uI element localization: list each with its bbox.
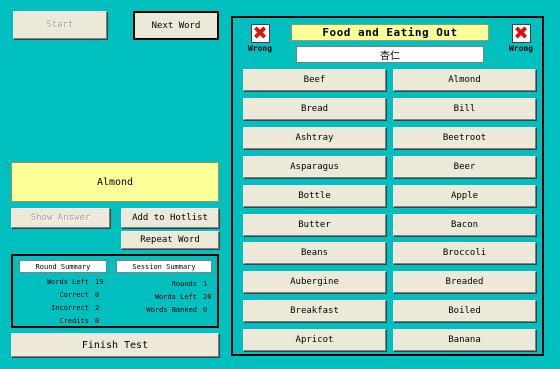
stat-value: 0 [95, 291, 100, 299]
answer-option-button[interactable]: Almond [393, 69, 536, 91]
stat-value: 0 [95, 317, 100, 325]
answer-option-button[interactable]: Bottle [243, 185, 386, 207]
session-summary-tab[interactable]: Session Summary [116, 260, 212, 273]
stat-label: Credits [59, 317, 89, 325]
summary-panel: Round Summary Session Summary Words Left… [11, 254, 219, 328]
wrong-left[interactable]: ✖ Wrong [245, 24, 275, 53]
round-correct: Correct 0 [37, 291, 99, 299]
next-word-button[interactable]: Next Word [133, 11, 219, 40]
answer-option-button[interactable]: Apple [393, 185, 536, 207]
answer-option-button[interactable]: Beetroot [393, 127, 536, 149]
answer-display: Almond [11, 162, 219, 202]
wrong-label: Wrong [508, 44, 534, 53]
stat-label: Incorrect [51, 304, 89, 312]
prompt-word: 杏仁 [296, 46, 484, 63]
round-incorrect: Incorrect 2 [37, 304, 99, 312]
session-rounds: Rounds 1 [133, 280, 208, 288]
session-words-left: Words Left 20 [133, 293, 212, 301]
wrong-right[interactable]: ✖ Wrong [506, 24, 536, 53]
red-x-icon: ✖ [250, 22, 270, 44]
wrong-label: Wrong [247, 44, 273, 53]
answer-text: Almond [96, 176, 134, 188]
answer-option-button[interactable]: Broccoli [393, 242, 536, 264]
stat-label: Words Left [46, 278, 89, 286]
show-answer-button[interactable]: Show Answer [11, 208, 110, 228]
answer-option-button[interactable]: Ashtray [243, 127, 386, 149]
finish-test-button[interactable]: Finish Test [11, 333, 219, 357]
stat-label: Rounds [171, 280, 197, 288]
next-word-label: Next Word [151, 20, 201, 31]
stat-value: 20 [203, 293, 212, 301]
stat-value: 19 [95, 278, 104, 286]
stat-value: 1 [203, 280, 208, 288]
stat-label: Correct [59, 291, 89, 299]
round-words-left: Words Left 19 [37, 278, 104, 286]
answer-option-button[interactable]: Aubergine [243, 271, 386, 293]
stat-value: 0 [203, 306, 208, 314]
answer-option-button[interactable]: Apricot [243, 329, 386, 351]
session-words-banked: Words Banked 0 [133, 306, 207, 314]
round-summary-tab[interactable]: Round Summary [19, 260, 107, 273]
answer-option-button[interactable]: Beef [243, 69, 386, 91]
stat-label: Words Banked [146, 306, 197, 314]
red-x-icon: ✖ [511, 22, 531, 44]
round-credits: Credits 0 [37, 317, 99, 325]
answer-option-button[interactable]: Banana [393, 329, 536, 351]
add-to-hotlist-button[interactable]: Add to Hotlist [121, 208, 219, 228]
answer-option-button[interactable]: Asparagus [243, 156, 386, 178]
repeat-word-button[interactable]: Repeat Word [121, 231, 219, 249]
stat-value: 2 [95, 304, 100, 312]
answer-option-button[interactable]: Bill [393, 98, 536, 120]
start-button[interactable]: Start [13, 11, 107, 39]
answer-option-button[interactable]: Butter [243, 214, 386, 236]
category-title: Food and Eating Out [291, 24, 489, 41]
test-panel: ✖ Wrong ✖ Wrong Food and Eating Out 杏仁 B… [231, 16, 544, 356]
answer-option-button[interactable]: Breakfast [243, 300, 386, 322]
answer-option-button[interactable]: Bread [243, 98, 386, 120]
answer-option-button[interactable]: Boiled [393, 300, 536, 322]
answer-option-button[interactable]: Breaded [393, 271, 536, 293]
answer-option-button[interactable]: Beer [393, 156, 536, 178]
stat-label: Words Left [154, 293, 197, 301]
answer-option-button[interactable]: Bacon [393, 214, 536, 236]
answer-option-button[interactable]: Beans [243, 242, 386, 264]
